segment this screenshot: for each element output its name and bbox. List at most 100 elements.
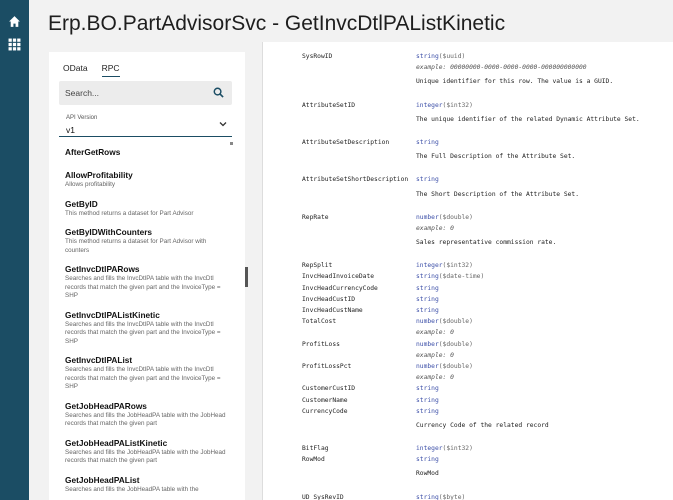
api-version-value: v1: [66, 125, 75, 135]
schema-property-row: CurrencyCode string: [302, 408, 672, 419]
property-type: string: [416, 397, 439, 404]
type-format: ($int32): [442, 445, 473, 453]
property-type: number($double): [416, 341, 473, 348]
api-version-select[interactable]: API Version v1: [59, 113, 232, 137]
list-item[interactable]: GetJobHeadPARows Searches and fills the …: [65, 401, 230, 429]
type-format: ($uuid): [438, 53, 466, 60]
property-type: string: [416, 139, 439, 146]
tab-rpc[interactable]: RPC: [101, 63, 120, 77]
type-format: ($double): [438, 362, 473, 370]
type-name: string: [416, 396, 439, 404]
list-item[interactable]: GetByIDWithCounters This method returns …: [65, 227, 230, 255]
property-description: RowMod: [416, 470, 439, 478]
property-type: number($double): [416, 363, 473, 370]
operation-name: AfterGetRows: [65, 147, 121, 157]
property-name: AttributeSetDescription: [302, 138, 390, 146]
schema-property-row: TotalCost number($double): [302, 318, 672, 329]
property-type: string: [416, 385, 439, 392]
schema-property-row: RowMod string: [302, 456, 672, 467]
property-name: InvcHeadCurrencyCode: [302, 284, 378, 292]
list-item[interactable]: GetJobHeadPAList Searches and fills the …: [65, 475, 230, 495]
type-format: ($double): [438, 213, 473, 221]
property-type: string: [416, 408, 439, 415]
operations-panel: OData RPC API Version v1 AfterGetRows Al…: [49, 52, 245, 500]
schema-property-row: ProfitLossPct number($double): [302, 363, 672, 374]
schema-panel: SysRowID string($uuid) example: 00000000-0…: [262, 42, 673, 500]
property-type: string: [416, 307, 439, 314]
property-name: RepSplit: [302, 262, 333, 270]
type-name: string: [416, 176, 439, 184]
list-item[interactable]: GetInvcDtlPAList Searches and fills the …: [65, 355, 230, 392]
type-name: string: [416, 385, 439, 393]
property-name: AttributeSetShortDescription: [302, 176, 409, 184]
schema-property-row: ProfitLoss number($double): [302, 341, 672, 352]
property-type: string: [416, 456, 439, 463]
list-item[interactable]: AfterGetRows: [65, 147, 230, 157]
schema-property-row: InvcHeadInvoiceDate string($date-time): [302, 273, 672, 284]
property-example: example: 00000000-0000-0000-0000-0000000…: [416, 64, 587, 72]
list-item[interactable]: AllowProfitability Allows profitability: [65, 170, 230, 190]
type-name: string: [416, 307, 439, 314]
home-icon[interactable]: [8, 15, 21, 28]
type-name: string: [416, 456, 439, 464]
schema-property-row: SysRowID string($uuid): [302, 53, 672, 64]
property-name: InvcHeadCustID: [302, 295, 356, 303]
property-name: SysRowID: [302, 53, 333, 60]
list-item[interactable]: GetInvcDtlPAListKinetic Searches and fil…: [65, 310, 230, 347]
type-format: ($int32): [442, 101, 473, 109]
property-type: integer($int32): [416, 102, 473, 109]
operation-name: GetByIDWithCounters: [65, 227, 153, 237]
list-item[interactable]: GetJobHeadPAListKinetic Searches and fil…: [65, 438, 230, 466]
search-icon[interactable]: [213, 87, 224, 98]
search-input[interactable]: [65, 85, 205, 101]
type-format: ($date-time): [438, 273, 485, 281]
property-type: string($byte): [416, 494, 465, 500]
grid-icon[interactable]: [8, 38, 21, 51]
search-box: [59, 81, 232, 105]
type-name: string: [416, 138, 439, 146]
property-type: string: [416, 176, 439, 183]
scroll-indicator[interactable]: [230, 142, 233, 145]
operation-desc: Allows profitability: [65, 181, 116, 188]
property-type: string: [416, 285, 439, 292]
type-name: string: [416, 53, 439, 60]
schema-property-row: CustomerCustID string: [302, 385, 672, 396]
type-name: integer: [416, 445, 443, 453]
schema-property-row: InvcHeadCurrencyCode string: [302, 285, 672, 296]
operation-name: GetInvcDtlPAList: [65, 355, 133, 365]
tab-odata[interactable]: OData: [63, 63, 88, 77]
property-description: The Full Description of the Attribute Se…: [416, 153, 576, 161]
type-name: string: [416, 493, 439, 500]
property-name: TotalCost: [302, 318, 337, 326]
chevron-down-icon: [219, 122, 227, 127]
operation-desc: This method returns a dataset for Part A…: [65, 238, 207, 254]
schema-property-row: InvcHeadCustName string: [302, 307, 672, 318]
property-name: InvcHeadInvoiceDate: [302, 273, 375, 281]
schema-property-row: RepRate number($double): [302, 214, 672, 225]
property-name: CustomerCustID: [302, 385, 356, 393]
property-name: AttributeSetID: [302, 101, 356, 109]
property-name: RepRate: [302, 213, 329, 221]
list-item[interactable]: GetInvcDtlPARows Searches and fills the …: [65, 264, 230, 301]
type-name: string: [416, 284, 439, 292]
operation-name: GetJobHeadPARows: [65, 400, 147, 411]
operation-name: GetInvcDtlPAListKinetic: [65, 309, 160, 320]
type-name: string: [416, 295, 439, 303]
property-name: RowMod: [302, 456, 325, 464]
type-format: ($double): [438, 340, 473, 348]
type-name: string: [416, 273, 439, 281]
property-example: example: 0: [416, 351, 454, 359]
panel-splitter[interactable]: [245, 267, 248, 287]
operation-desc: Searches and fills the JobHeadPA table w…: [65, 448, 226, 465]
list-item[interactable]: GetByID This method returns a dataset fo…: [65, 199, 230, 219]
schema-list: SysRowID string($uuid) example: 00000000-0…: [302, 53, 672, 500]
side-rail: [0, 0, 29, 500]
schema-property-row: UD_SysRevID string($byte): [302, 494, 672, 500]
type-name: number: [416, 213, 439, 221]
property-description: The Short Description of the Attribute S…: [416, 190, 580, 198]
property-name: CustomerName: [302, 396, 348, 404]
property-type: integer($int32): [416, 262, 473, 269]
